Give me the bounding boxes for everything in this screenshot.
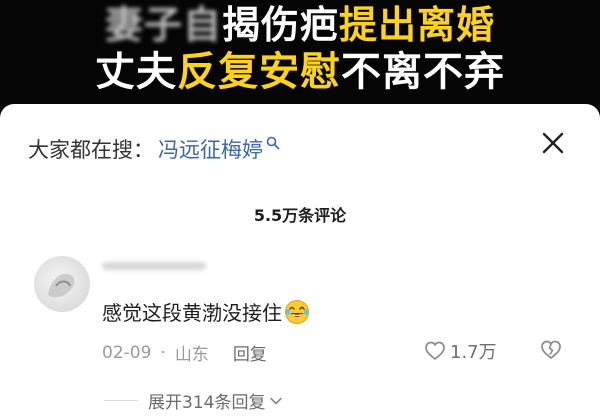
trending-search-label: 大家都在搜： (28, 138, 154, 162)
caption-white-text: 不离不弃 (341, 49, 505, 95)
comments-sheet: 大家都在搜： 冯远征梅婷 5.5万条评论 感觉这段黄渤没接住 02-09 · 山… (0, 104, 600, 417)
caption-line-1: 妻子自揭伤疤提出离婚 (0, 6, 600, 44)
username-blurred[interactable] (102, 262, 206, 270)
comment-meta: 02-09 · 山东 回复 (102, 340, 267, 366)
caption-line-2: 丈夫反复安慰不离不弃 (0, 52, 600, 92)
trending-search-term[interactable]: 冯远征梅婷 (158, 134, 263, 164)
comment-text: 感觉这段黄渤没接住 (102, 301, 282, 325)
chevron-down-icon[interactable] (269, 396, 283, 406)
comment-count: 5.5万条评论 (253, 206, 347, 225)
laughing-emoji-icon (285, 299, 309, 324)
caption-white-text: 揭伤疤 (221, 3, 339, 47)
expand-replies-label[interactable]: 展开314条回复 (148, 388, 265, 413)
comment-location: 山东 (174, 345, 209, 365)
heart-icon[interactable] (424, 340, 446, 362)
broken-heart-icon[interactable] (540, 339, 562, 361)
reply-button[interactable]: 回复 (233, 340, 267, 365)
like-button[interactable]: 1.7万 (424, 338, 497, 364)
meta-separator: · (160, 342, 166, 363)
trending-search[interactable]: 大家都在搜： 冯远征梅婷 (28, 134, 280, 164)
avatar-image (48, 273, 75, 298)
close-icon[interactable] (538, 128, 568, 158)
comment-body: 感觉这段黄渤没接住 (102, 297, 310, 326)
caption-highlight-text: 反复安慰 (177, 49, 341, 95)
expand-replies[interactable]: 展开314条回复 (104, 388, 283, 413)
divider (104, 400, 138, 401)
caption-highlight-text: 提出离婚 (339, 3, 496, 47)
like-count: 1.7万 (450, 342, 497, 363)
avatar[interactable] (34, 256, 90, 312)
caption-blurred-text: 妻子自 (104, 3, 222, 47)
search-icon (266, 136, 280, 150)
comment-date: 02-09 (102, 342, 152, 363)
video-caption-banner: 妻子自揭伤疤提出离婚 丈夫反复安慰不离不弃 (0, 0, 600, 110)
caption-white-text: 丈夫 (95, 49, 177, 95)
